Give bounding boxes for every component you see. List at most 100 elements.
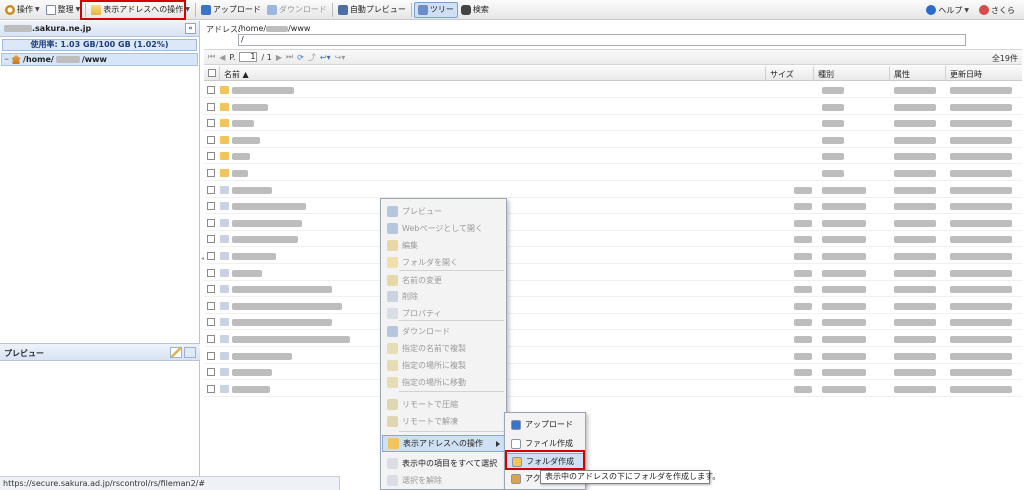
last-page-icon[interactable]: ⏭ [286, 52, 293, 62]
file-grid-header: 名前 ▲ サイズ 種別 属性 更新日時 [204, 66, 1022, 81]
auto-preview-button[interactable]: 自動プレビュー [335, 2, 409, 18]
next-page-icon[interactable]: ▶ [276, 53, 282, 62]
file-icon [220, 218, 229, 227]
help-menu-button[interactable]: ヘルプ ▼ [923, 2, 972, 18]
table-row[interactable] [204, 265, 1022, 281]
address-ops-menu-button[interactable]: 表示アドレスへの操作 ▼ [88, 2, 193, 18]
row-checkbox[interactable] [207, 335, 215, 343]
table-row[interactable] [204, 132, 1022, 148]
table-row[interactable] [204, 115, 1022, 132]
table-row[interactable] [204, 381, 1022, 397]
prev-page-icon[interactable]: ◀ [219, 53, 225, 62]
tree-item-www[interactable]: − /home/ /www [1, 53, 198, 66]
context-menu-item[interactable]: 指定の名前で複製 [382, 340, 505, 357]
auto-preview-label: 自動プレビュー [349, 5, 406, 14]
submenu-item-label: アク [525, 474, 541, 483]
upload-button[interactable]: アップロード [198, 2, 264, 18]
table-row[interactable] [204, 165, 1022, 181]
context-menu-item[interactable]: 名前の変更 [382, 272, 505, 289]
submenu-item[interactable]: ファイル作成 [506, 435, 584, 452]
context-menu-item[interactable]: Webページとして開く [382, 220, 505, 237]
table-row[interactable] [204, 215, 1022, 231]
row-checkbox[interactable] [207, 102, 215, 111]
table-row[interactable] [204, 331, 1022, 347]
column-size[interactable]: サイズ [766, 66, 814, 81]
table-row[interactable] [204, 248, 1022, 264]
context-menu-item[interactable]: 編集 [382, 237, 505, 254]
first-page-icon[interactable]: ⏮ [208, 52, 215, 62]
back-icon[interactable]: ↩▾ [320, 53, 331, 62]
download-button[interactable]: ダウンロード [264, 2, 330, 18]
manage-menu-button[interactable]: 整理 ▼ [43, 2, 84, 18]
table-row[interactable] [204, 298, 1022, 314]
table-row[interactable] [204, 281, 1022, 298]
row-checkbox[interactable] [207, 218, 215, 227]
column-modified[interactable]: 更新日時 [946, 66, 1022, 81]
file-icon [220, 301, 229, 310]
table-row[interactable] [204, 314, 1022, 331]
submenu-item-label: フォルダ作成 [526, 457, 574, 466]
context-menu-item[interactable]: 指定の場所に複製 [382, 357, 505, 374]
column-type[interactable]: 種別 [814, 66, 890, 81]
row-checkbox[interactable] [207, 268, 215, 277]
download-icon[interactable] [184, 347, 196, 358]
row-checkbox[interactable] [207, 285, 215, 294]
context-menu-item[interactable]: ダウンロード [382, 323, 505, 340]
row-checkbox[interactable] [207, 169, 215, 177]
row-checkbox[interactable] [207, 86, 215, 94]
tree-toggle-button[interactable]: ツリー [413, 1, 458, 18]
select-all-checkbox[interactable] [208, 69, 216, 77]
redacted-text [232, 170, 248, 177]
row-checkbox[interactable] [207, 202, 215, 211]
column-attributes[interactable]: 属性 [890, 66, 946, 81]
refresh-icon[interactable]: ⟳ [297, 53, 304, 62]
table-row[interactable] [204, 231, 1022, 248]
context-menu-item[interactable]: リモートで圧縮 [382, 396, 505, 413]
tree-expander-icon[interactable]: − [4, 56, 9, 63]
up-folder-icon[interactable]: ⤴ [308, 52, 316, 63]
pager-toolbar: ⏮ ◀ P. 1 / 1 ▶ ⏭ ⟳ ⤴ ↩▾ ↪▾ 全19件 [204, 49, 1022, 65]
row-checkbox[interactable] [207, 252, 215, 260]
row-checkbox[interactable] [207, 135, 215, 144]
row-checkbox[interactable] [207, 351, 215, 360]
row-checkbox[interactable] [207, 384, 215, 393]
address-input[interactable]: / [238, 34, 966, 46]
zip-icon [387, 399, 398, 410]
context-menu-item[interactable]: リモートで解凍 [382, 413, 505, 430]
redacted-text [894, 170, 936, 177]
folder-icon [220, 169, 229, 177]
row-checkbox[interactable] [207, 318, 215, 327]
table-row[interactable] [204, 182, 1022, 198]
context-menu-item[interactable]: 削除 [382, 288, 505, 305]
context-menu-item[interactable]: 指定の場所に移動 [382, 374, 505, 391]
row-checkbox[interactable] [207, 185, 215, 194]
context-menu-item[interactable]: フォルダを開く [382, 254, 505, 271]
collapse-panel-button[interactable]: « [185, 23, 196, 34]
page-number-input[interactable]: 1 [239, 52, 258, 62]
search-button[interactable]: 検索 [458, 2, 492, 18]
context-menu-item[interactable]: 表示アドレスへの操作 [382, 435, 505, 452]
context-menu-item[interactable]: 表示中の項目をすべて選択 [382, 455, 505, 472]
user-menu-button[interactable]: さくら [976, 2, 1018, 18]
submenu-item[interactable]: フォルダ作成 [506, 453, 584, 470]
row-checkbox[interactable] [207, 152, 215, 161]
table-row[interactable] [204, 82, 1022, 98]
row-checkbox[interactable] [207, 119, 215, 128]
table-row[interactable] [204, 348, 1022, 364]
table-row[interactable] [204, 198, 1022, 215]
tree-path-prefix: /home/ [23, 55, 54, 64]
table-row[interactable] [204, 364, 1022, 381]
submenu-item[interactable]: アップロード [506, 416, 584, 433]
table-row[interactable] [204, 99, 1022, 115]
row-checkbox[interactable] [207, 235, 215, 244]
redacted-text [232, 153, 250, 161]
table-row[interactable] [204, 148, 1022, 165]
context-menu-item[interactable]: 選択を解除 [382, 472, 505, 489]
ops-menu-button[interactable]: 操作 ▼ [2, 2, 43, 18]
pencil-icon[interactable] [170, 347, 182, 358]
forward-icon[interactable]: ↪▾ [335, 53, 346, 62]
context-menu-item[interactable]: プレビュー [382, 203, 505, 220]
row-checkbox[interactable] [207, 301, 215, 310]
column-name[interactable]: 名前 ▲ [220, 66, 766, 81]
row-checkbox[interactable] [207, 368, 215, 377]
